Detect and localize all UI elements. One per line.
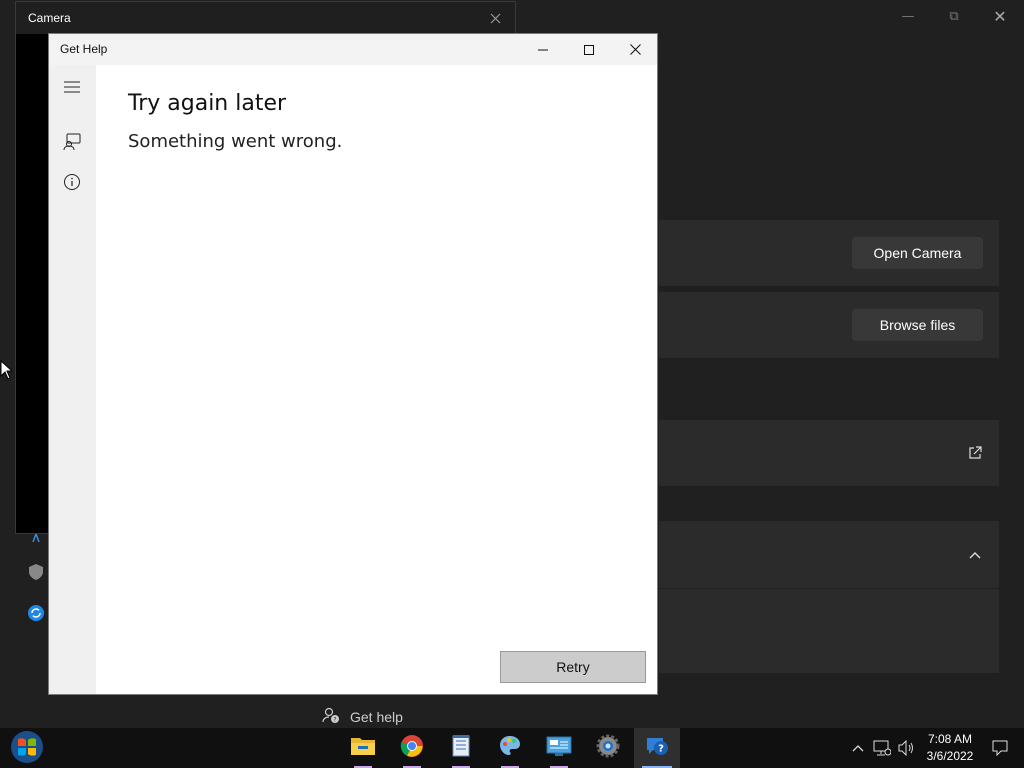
open-camera-card: Open Camera — [659, 220, 999, 286]
get-help-window: Get Help Try again later Something went … — [48, 33, 658, 695]
help-chat-icon: ? — [322, 706, 340, 727]
volume-icon[interactable] — [897, 738, 917, 758]
maximize-button[interactable] — [566, 34, 612, 65]
external-link-icon — [967, 445, 983, 461]
minimize-button[interactable] — [520, 34, 566, 65]
get-help-window-title: Get Help — [60, 42, 108, 56]
clock-time: 7:08 AM — [927, 732, 973, 746]
file-explorer-icon — [350, 735, 376, 761]
taskbar-file-explorer[interactable] — [340, 728, 386, 768]
chrome-icon — [400, 734, 424, 762]
get-help-link-label: Get help — [350, 708, 403, 725]
error-heading: Try again later — [128, 91, 287, 116]
start-button[interactable] — [8, 730, 46, 768]
taskbar-get-help[interactable]: ? — [634, 728, 680, 768]
mouse-cursor-icon — [0, 359, 14, 384]
camera-close-button[interactable] — [485, 8, 505, 28]
external-link-card[interactable] — [659, 420, 999, 486]
camera-window-title: Camera — [28, 11, 71, 25]
taskbar: ? 7:08 AM 3/6/2022 — [0, 728, 1024, 768]
taskbar-chrome[interactable] — [389, 728, 435, 768]
chevron-up-tray-icon[interactable] — [848, 738, 868, 758]
restore-button[interactable]: ⧉ — [931, 4, 977, 28]
minimize-button[interactable]: — — [885, 4, 931, 28]
notepad-icon — [451, 734, 471, 762]
browse-files-card: Browse files — [659, 292, 999, 358]
close-button[interactable] — [612, 34, 658, 65]
close-button[interactable]: ✕ — [977, 4, 1023, 28]
browse-files-button[interactable]: Browse files — [852, 309, 983, 341]
info-icon[interactable] — [61, 171, 83, 193]
windows-logo-icon — [10, 730, 44, 768]
notification-center-icon[interactable] — [990, 738, 1010, 758]
taskbar-paint[interactable] — [487, 728, 533, 768]
paint-icon — [498, 734, 522, 762]
expanded-card-content — [659, 589, 999, 673]
expandable-card[interactable] — [659, 521, 999, 588]
taskbar-control-panel[interactable] — [536, 728, 582, 768]
error-message: Something went wrong. — [128, 131, 343, 152]
control-panel-icon — [546, 735, 572, 761]
svg-text:?: ? — [333, 717, 336, 724]
contact-support-icon[interactable] — [61, 131, 83, 153]
taskbar-notepad[interactable] — [438, 728, 484, 768]
hamburger-menu-icon[interactable] — [61, 76, 83, 98]
sync-icon[interactable] — [26, 603, 46, 623]
clock-date: 3/6/2022 — [926, 749, 974, 763]
get-help-nav — [49, 65, 96, 694]
shield-icon[interactable] — [26, 562, 46, 582]
settings-icon — [596, 734, 620, 762]
svg-text:?: ? — [658, 744, 664, 755]
taskbar-settings[interactable] — [585, 728, 631, 768]
get-help-titlebar: Get Help — [49, 34, 657, 65]
get-help-icon: ? — [645, 734, 669, 762]
get-help-link[interactable]: ? Get help — [322, 706, 403, 727]
clock[interactable]: 7:08 AM 3/6/2022 — [922, 731, 978, 765]
camera-titlebar: Camera — [16, 2, 515, 34]
open-camera-button[interactable]: Open Camera — [852, 237, 983, 269]
chevron-up-icon[interactable] — [967, 547, 983, 563]
network-icon[interactable] — [872, 738, 892, 758]
retry-button[interactable]: Retry — [500, 651, 646, 683]
